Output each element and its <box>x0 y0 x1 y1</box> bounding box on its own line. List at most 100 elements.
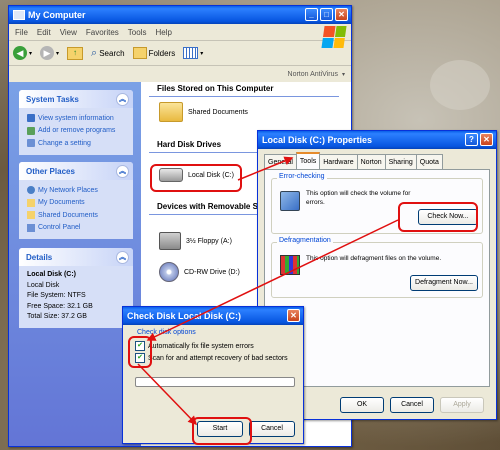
details-free-space: Free Space: 32.1 GB <box>27 302 93 310</box>
tab-hardware[interactable]: Hardware <box>319 154 358 170</box>
windows-logo-icon <box>321 26 347 48</box>
collapse-icon[interactable]: ︽ <box>116 251 129 264</box>
details-type: Local Disk <box>27 281 60 289</box>
menu-tools[interactable]: Tools <box>128 28 147 37</box>
scan-bad-sectors-label: Scan for and attempt recovery of bad sec… <box>148 354 288 362</box>
folder-icon <box>27 198 35 207</box>
files-stored-header: Files Stored on This Computer <box>149 84 339 97</box>
view-system-information-link[interactable]: View system information <box>27 112 127 125</box>
check-disk-titlebar[interactable]: Check Disk Local Disk (C:) ✕ <box>123 307 303 325</box>
cd-rw-drive-item[interactable]: CD-RW Drive (D:) <box>159 262 240 282</box>
network-icon <box>27 186 35 195</box>
other-places-panel: Other Places ︽ My Network Places My Docum… <box>19 162 133 239</box>
auto-fix-option[interactable]: ✔ Automatically fix file system errors <box>135 341 254 351</box>
floppy-drive-item[interactable]: 3½ Floppy (A:) <box>159 232 232 250</box>
control-panel-icon <box>27 139 35 148</box>
defragment-now-button[interactable]: Defragment Now... <box>410 275 478 291</box>
toolbar: ◀ ▾ ▶ ▾ ↑ ⌕ Search Folders ▾ <box>9 41 351 66</box>
menu-help[interactable]: Help <box>155 28 171 37</box>
my-network-places-link[interactable]: My Network Places <box>27 184 127 197</box>
details-panel: Details ︽ Local Disk (C:) Local Disk File… <box>19 248 133 328</box>
control-panel-link[interactable]: Control Panel <box>27 222 127 235</box>
up-button[interactable]: ↑ <box>67 46 84 60</box>
other-places-header[interactable]: Other Places ︽ <box>19 162 133 180</box>
computer-icon <box>13 10 25 20</box>
folders-label: Folders <box>148 48 176 58</box>
close-button[interactable]: ✕ <box>335 8 348 21</box>
search-label: Search <box>99 48 125 58</box>
change-setting-link[interactable]: Change a setting <box>27 137 127 150</box>
shared-documents-link[interactable]: Shared Documents <box>27 209 127 222</box>
forward-button[interactable]: ▶ ▾ <box>40 46 59 60</box>
norton-antivirus-toolbar[interactable]: Norton AntiVirus <box>288 71 338 78</box>
window-title: My Computer <box>28 10 86 20</box>
back-button[interactable]: ◀ ▾ <box>13 46 32 60</box>
info-icon <box>27 114 35 123</box>
link-label: My Documents <box>38 199 85 207</box>
control-panel-icon <box>27 223 35 232</box>
cancel-button[interactable]: Cancel <box>390 397 434 413</box>
floppy-drive-icon <box>159 232 181 250</box>
ok-button[interactable]: OK <box>340 397 384 413</box>
maximize-button[interactable]: □ <box>320 8 333 21</box>
search-button[interactable]: ⌕ Search <box>91 47 125 60</box>
search-icon: ⌕ <box>91 46 98 59</box>
menu-bar: File Edit View Favorites Tools Help <box>9 24 351 41</box>
properties-titlebar[interactable]: Local Disk (C:) Properties ? ✕ <box>258 131 496 149</box>
system-tasks-header[interactable]: System Tasks ︽ <box>19 90 133 108</box>
link-label: View system information <box>38 114 114 122</box>
link-label: Change a setting <box>38 139 91 147</box>
back-arrow-icon: ◀ <box>13 46 27 60</box>
defragmentation-group: Defragmentation This option will defragm… <box>271 237 483 298</box>
close-button[interactable]: ✕ <box>480 133 493 146</box>
details-title: Details <box>26 252 53 262</box>
help-button[interactable]: ? <box>465 133 478 146</box>
link-label: Add or remove programs <box>38 127 116 135</box>
link-label: Control Panel <box>38 224 81 232</box>
highlight-check-now <box>398 202 478 232</box>
close-button[interactable]: ✕ <box>287 309 300 322</box>
views-button[interactable]: ▾ <box>183 47 203 59</box>
add-remove-programs-link[interactable]: Add or remove programs <box>27 125 127 138</box>
menu-view[interactable]: View <box>60 28 77 37</box>
my-documents-link[interactable]: My Documents <box>27 197 127 210</box>
menu-file[interactable]: File <box>15 28 28 37</box>
defragment-icon <box>280 255 300 275</box>
dialog-title: Local Disk (C:) Properties <box>262 135 373 145</box>
link-label: My Network Places <box>38 186 98 194</box>
item-label: 3½ Floppy (A:) <box>186 237 232 245</box>
programs-icon <box>27 126 35 135</box>
cd-drive-icon <box>159 262 179 282</box>
tab-general[interactable]: General <box>264 154 297 170</box>
tab-norton[interactable]: Norton <box>356 154 386 170</box>
my-computer-titlebar[interactable]: My Computer _ □ ✕ <box>9 6 351 24</box>
apply-button[interactable]: Apply <box>440 397 484 413</box>
scan-bad-sectors-option[interactable]: ✔ Scan for and attempt recovery of bad s… <box>135 353 288 363</box>
details-filesystem: File System: NTFS <box>27 292 86 299</box>
address-bar: Norton AntiVirus ▾ <box>9 66 351 83</box>
minimize-button[interactable]: _ <box>305 8 318 21</box>
item-label: CD-RW Drive (D:) <box>184 268 240 276</box>
check-disk-options-label: Check disk options <box>137 329 196 336</box>
forward-arrow-icon: ▶ <box>40 46 55 60</box>
defragmentation-text: This option will defragment files on the… <box>306 255 442 262</box>
menu-favorites[interactable]: Favorites <box>86 28 119 37</box>
progress-bar <box>135 377 295 387</box>
details-name: Local Disk (C:) <box>27 271 77 278</box>
error-checking-label: Error-checking <box>277 173 327 180</box>
collapse-icon[interactable]: ︽ <box>116 165 129 178</box>
tab-quota[interactable]: Quota <box>415 154 443 170</box>
shared-documents-item[interactable]: Shared Documents <box>159 102 248 122</box>
other-places-title: Other Places <box>26 166 75 176</box>
details-header[interactable]: Details ︽ <box>19 248 133 266</box>
collapse-icon[interactable]: ︽ <box>116 93 129 106</box>
folders-button[interactable]: Folders <box>132 47 176 59</box>
cancel-button[interactable]: Cancel <box>249 421 295 437</box>
views-icon <box>183 47 199 59</box>
highlight-checkboxes <box>128 336 152 368</box>
link-label: Shared Documents <box>38 211 98 219</box>
dialog-title: Check Disk Local Disk (C:) <box>127 311 242 321</box>
menu-edit[interactable]: Edit <box>37 28 51 37</box>
folder-icon <box>159 102 183 122</box>
tab-sharing[interactable]: Sharing <box>384 154 417 170</box>
